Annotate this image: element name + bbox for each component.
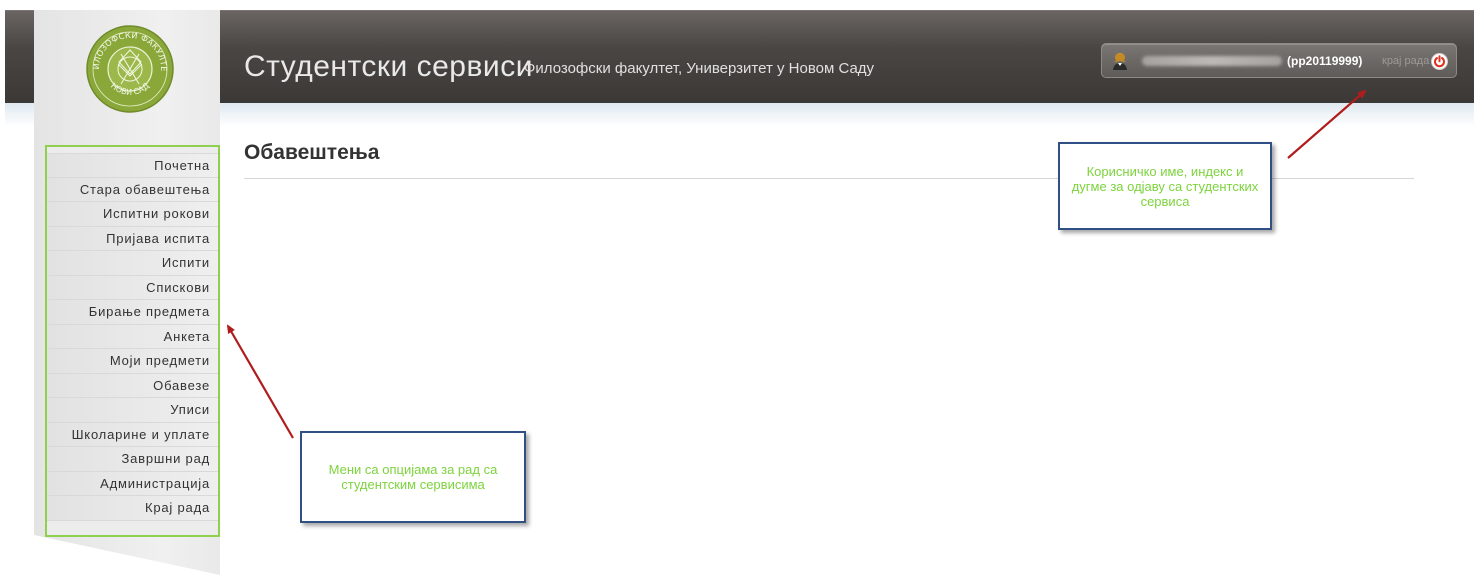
arrow-to-menu xyxy=(226,324,294,439)
sidebar-item-lists[interactable]: Спискови xyxy=(47,275,218,300)
sidebar-item-course-selection[interactable]: Бирање предмета xyxy=(47,300,218,325)
user-icon xyxy=(1113,53,1127,70)
sidebar-item-exams[interactable]: Испити xyxy=(47,251,218,276)
sidebar-item-my-courses[interactable]: Моји предмети xyxy=(47,349,218,374)
sidebar-item-final-thesis[interactable]: Завршни рад xyxy=(47,447,218,472)
app-subtitle: Филозофски факултет, Универзитет у Новом… xyxy=(524,60,875,77)
user-index: (pp20119999) xyxy=(1287,54,1363,68)
user-info-bar: (pp20119999) крај рада xyxy=(1101,43,1457,78)
sidebar-item-tuition-payments[interactable]: Школарине и уплате xyxy=(47,422,218,447)
sidebar-item-exam-registration[interactable]: Пријава испита xyxy=(47,226,218,251)
sidebar-menu: Почетна Стара обавештења Испитни рокови … xyxy=(45,145,220,537)
app-title: Студентски сервиси xyxy=(244,50,533,83)
annotation-menu-text: Мени са опцијама за рад са студентским с… xyxy=(328,462,498,492)
sidebar-item-old-notices[interactable]: Стара обавештења xyxy=(47,177,218,202)
page: ФИЛОЗОФСКИ ФАКУЛТЕТ НОВИ САД Студентски … xyxy=(0,0,1474,575)
sidebar-item-survey[interactable]: Анкета xyxy=(47,324,218,349)
sidebar-item-home[interactable]: Почетна xyxy=(47,153,218,178)
power-icon xyxy=(1434,55,1445,68)
sidebar-item-administration[interactable]: Администрација xyxy=(47,471,218,496)
annotation-user-info: Корисничко име, индекс и дугме за одјаву… xyxy=(1058,142,1272,230)
sidebar-item-enrollments[interactable]: Уписи xyxy=(47,398,218,423)
university-seal-icon[interactable]: ФИЛОЗОФСКИ ФАКУЛТЕТ НОВИ САД xyxy=(85,24,175,114)
logout-link[interactable]: крај рада xyxy=(1382,55,1429,67)
sidebar-item-obligations[interactable]: Обавезе xyxy=(47,373,218,398)
sidebar-item-exam-periods[interactable]: Испитни рокови xyxy=(47,202,218,227)
user-name-redacted xyxy=(1142,56,1282,66)
page-title: Обавештења xyxy=(244,141,380,164)
logout-button[interactable] xyxy=(1431,53,1448,70)
annotation-menu: Мени са опцијама за рад са студентским с… xyxy=(300,431,526,523)
header-shadow xyxy=(5,103,1474,127)
annotation-user-info-text: Корисничко име, индекс и дугме за одјаву… xyxy=(1071,163,1259,209)
sidebar-item-logout[interactable]: Крај рада xyxy=(47,496,218,521)
